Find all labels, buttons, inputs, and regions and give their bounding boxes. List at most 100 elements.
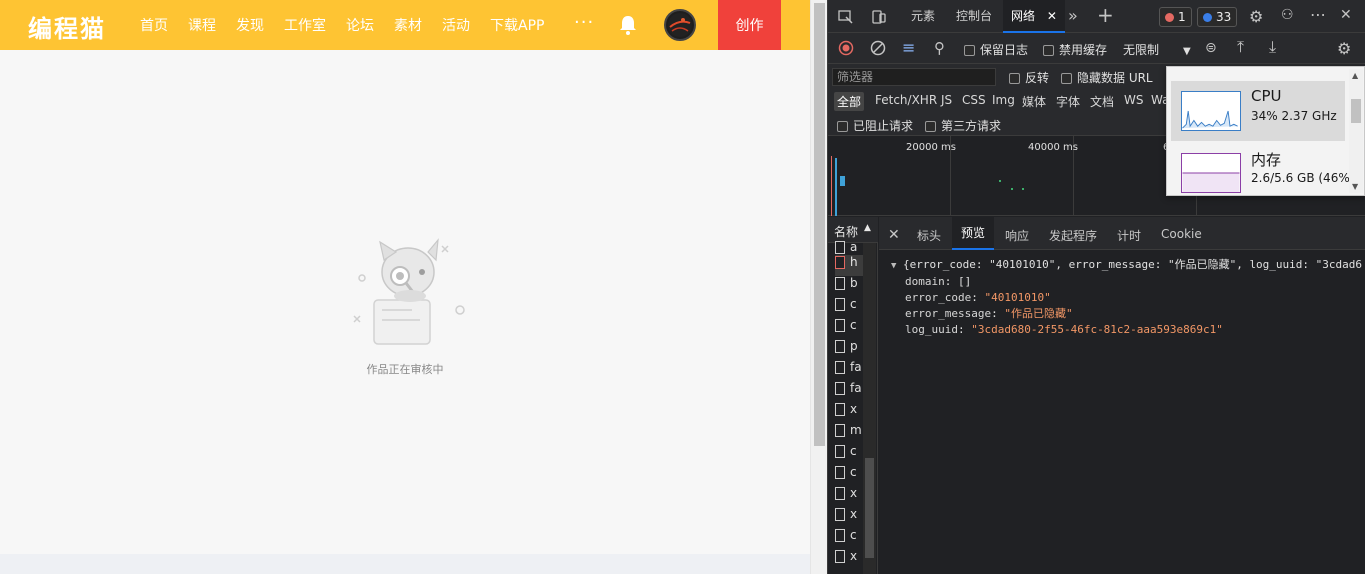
import-har-icon[interactable]: ⤒ — [1237, 37, 1244, 57]
add-tab-icon[interactable]: + — [1097, 3, 1114, 27]
customize-icon[interactable]: ⚇ — [1281, 7, 1294, 23]
site-nav: 首页 课程 发现 工作室 论坛 素材 活动 下载APP — [140, 0, 564, 50]
more-menu-icon[interactable]: ··· — [574, 12, 594, 33]
disable-cache-checkbox[interactable] — [1043, 45, 1054, 56]
tab-elements[interactable]: 元素 — [911, 0, 935, 33]
blocked-requests-label: 已阻止请求 — [853, 119, 914, 133]
blocked-requests-toggle[interactable]: 已阻止请求 — [837, 117, 913, 134]
scroll-up-icon[interactable]: ▲ — [1352, 71, 1358, 80]
detail-tab-response[interactable]: 响应 — [1005, 227, 1029, 244]
disable-cache-toggle[interactable]: 禁用缓存 — [1043, 41, 1107, 58]
network-conditions-icon[interactable]: ⊜ — [1205, 40, 1217, 56]
third-party-toggle[interactable]: 第三方请求 — [925, 117, 1001, 134]
perf-popup-scrollbar-thumb[interactable] — [1351, 99, 1361, 123]
file-icon — [835, 466, 845, 479]
tab-console[interactable]: 控制台 — [956, 0, 992, 33]
nav-assets[interactable]: 素材 — [394, 15, 422, 35]
request-name: x — [850, 486, 858, 500]
close-detail-icon[interactable]: ✕ — [888, 227, 900, 243]
perf-item-cpu[interactable]: CPU 34% 2.37 GHz — [1171, 81, 1345, 141]
create-button[interactable]: 创作 — [718, 0, 781, 50]
request-list-scrollbar-thumb[interactable] — [865, 458, 874, 558]
disable-cache-label: 禁用缓存 — [1059, 43, 1108, 57]
invert-toggle[interactable]: 反转 — [1009, 69, 1049, 86]
invert-checkbox[interactable] — [1009, 73, 1020, 84]
detail-tab-preview[interactable]: 预览 — [952, 217, 995, 250]
preserve-log-toggle[interactable]: 保留日志 — [964, 41, 1028, 58]
type-filter-fetch-xhr[interactable]: Fetch/XHR — [875, 93, 937, 107]
type-filter-all[interactable]: 全部 — [834, 92, 865, 111]
empty-state-text: 作品正在审核中 — [366, 363, 444, 376]
request-name: c — [850, 465, 857, 479]
nav-studio[interactable]: 工作室 — [284, 15, 326, 35]
request-list: 名称 ▲ a h b c c p fa fa x m c c x x c x — [828, 217, 878, 574]
nav-courses[interactable]: 课程 — [188, 15, 216, 35]
export-har-icon[interactable]: ⤓ — [1269, 37, 1276, 57]
error-count-badge[interactable]: 1 — [1159, 7, 1192, 27]
hide-data-urls-toggle[interactable]: 隐藏数据 URL — [1061, 69, 1153, 86]
request-list-scrollbar[interactable] — [863, 243, 876, 574]
type-filter-media[interactable]: 媒体 — [1022, 93, 1046, 110]
detail-tab-timing[interactable]: 计时 — [1117, 227, 1141, 244]
expand-arrow-icon[interactable]: ▼ — [891, 261, 896, 271]
close-devtools-icon[interactable]: ✕ — [1340, 7, 1352, 23]
file-icon — [835, 424, 845, 437]
nav-discover[interactable]: 发现 — [236, 15, 264, 35]
json-summary: {error_code: "40101010", error_message: … — [903, 258, 1363, 271]
request-name: x — [850, 549, 858, 563]
settings-gear-icon[interactable]: ⚙ — [1249, 7, 1263, 26]
inspect-element-icon[interactable] — [838, 9, 854, 25]
cpu-value: 34% 2.37 GHz — [1251, 109, 1337, 123]
cpu-label: CPU — [1251, 87, 1282, 105]
filter-input[interactable]: 筛选器 — [832, 68, 996, 86]
throttling-select[interactable]: 无限制 ▼ — [1123, 41, 1191, 58]
detail-tab-headers[interactable]: 标头 — [917, 227, 941, 244]
type-filter-js[interactable]: JS — [941, 93, 952, 107]
network-settings-gear-icon[interactable]: ⚙ — [1337, 39, 1351, 58]
file-icon — [835, 445, 845, 458]
nav-forum[interactable]: 论坛 — [346, 15, 374, 35]
filter-icon[interactable]: ≡ — [902, 38, 915, 57]
tab-network[interactable]: 网络 ✕ — [1003, 0, 1065, 33]
column-name-header: 名称 — [834, 225, 859, 239]
page-scrollbar[interactable] — [810, 0, 827, 574]
detail-tab-cookies[interactable]: Cookie — [1161, 227, 1202, 241]
type-filter-img[interactable]: Img — [992, 93, 1015, 107]
file-icon — [835, 340, 845, 353]
message-count-badge[interactable]: 33 — [1197, 7, 1238, 27]
clear-icon[interactable] — [870, 40, 886, 56]
perf-item-memory[interactable]: 内存 2.6/5.6 GB (46%) — [1171, 143, 1354, 203]
scroll-down-icon[interactable]: ▼ — [1352, 182, 1358, 191]
type-filter-css[interactable]: CSS — [962, 93, 986, 107]
blocked-requests-checkbox[interactable] — [837, 121, 848, 132]
close-tab-icon[interactable]: ✕ — [1047, 9, 1057, 23]
preserve-log-checkbox[interactable] — [964, 45, 975, 56]
page-scrollbar-thumb[interactable] — [814, 3, 825, 446]
detail-tab-initiator[interactable]: 发起程序 — [1049, 227, 1097, 244]
chevron-down-icon: ▼ — [1183, 46, 1191, 57]
third-party-label: 第三方请求 — [941, 119, 1002, 133]
request-name: h — [850, 255, 858, 269]
nav-home[interactable]: 首页 — [140, 15, 168, 35]
request-name: fa — [850, 360, 862, 374]
type-filter-doc[interactable]: 文档 — [1090, 93, 1114, 110]
hide-data-urls-checkbox[interactable] — [1061, 73, 1072, 84]
json-value: [] — [958, 275, 972, 288]
more-tabs-icon[interactable]: » — [1068, 6, 1078, 25]
type-filter-font[interactable]: 字体 — [1056, 93, 1080, 110]
user-avatar[interactable] — [664, 9, 696, 41]
nav-events[interactable]: 活动 — [442, 15, 470, 35]
json-root-row[interactable]: ▼ {error_code: "40101010", error_message… — [891, 257, 1362, 274]
file-icon — [835, 241, 845, 254]
third-party-checkbox[interactable] — [925, 121, 936, 132]
type-filter-ws[interactable]: WS — [1124, 93, 1143, 107]
more-options-icon[interactable]: ⋯ — [1310, 5, 1326, 24]
nav-download-app[interactable]: 下载APP — [490, 15, 544, 35]
perf-popup-scrollbar[interactable]: ▲ ▼ — [1349, 69, 1363, 193]
site-logo[interactable]: 编程猫 — [28, 9, 106, 44]
bell-icon[interactable] — [618, 14, 638, 36]
request-name: x — [850, 507, 858, 521]
record-stop-icon[interactable] — [838, 40, 854, 56]
device-toolbar-icon[interactable] — [871, 9, 887, 25]
search-icon[interactable]: ⚲ — [934, 39, 945, 57]
